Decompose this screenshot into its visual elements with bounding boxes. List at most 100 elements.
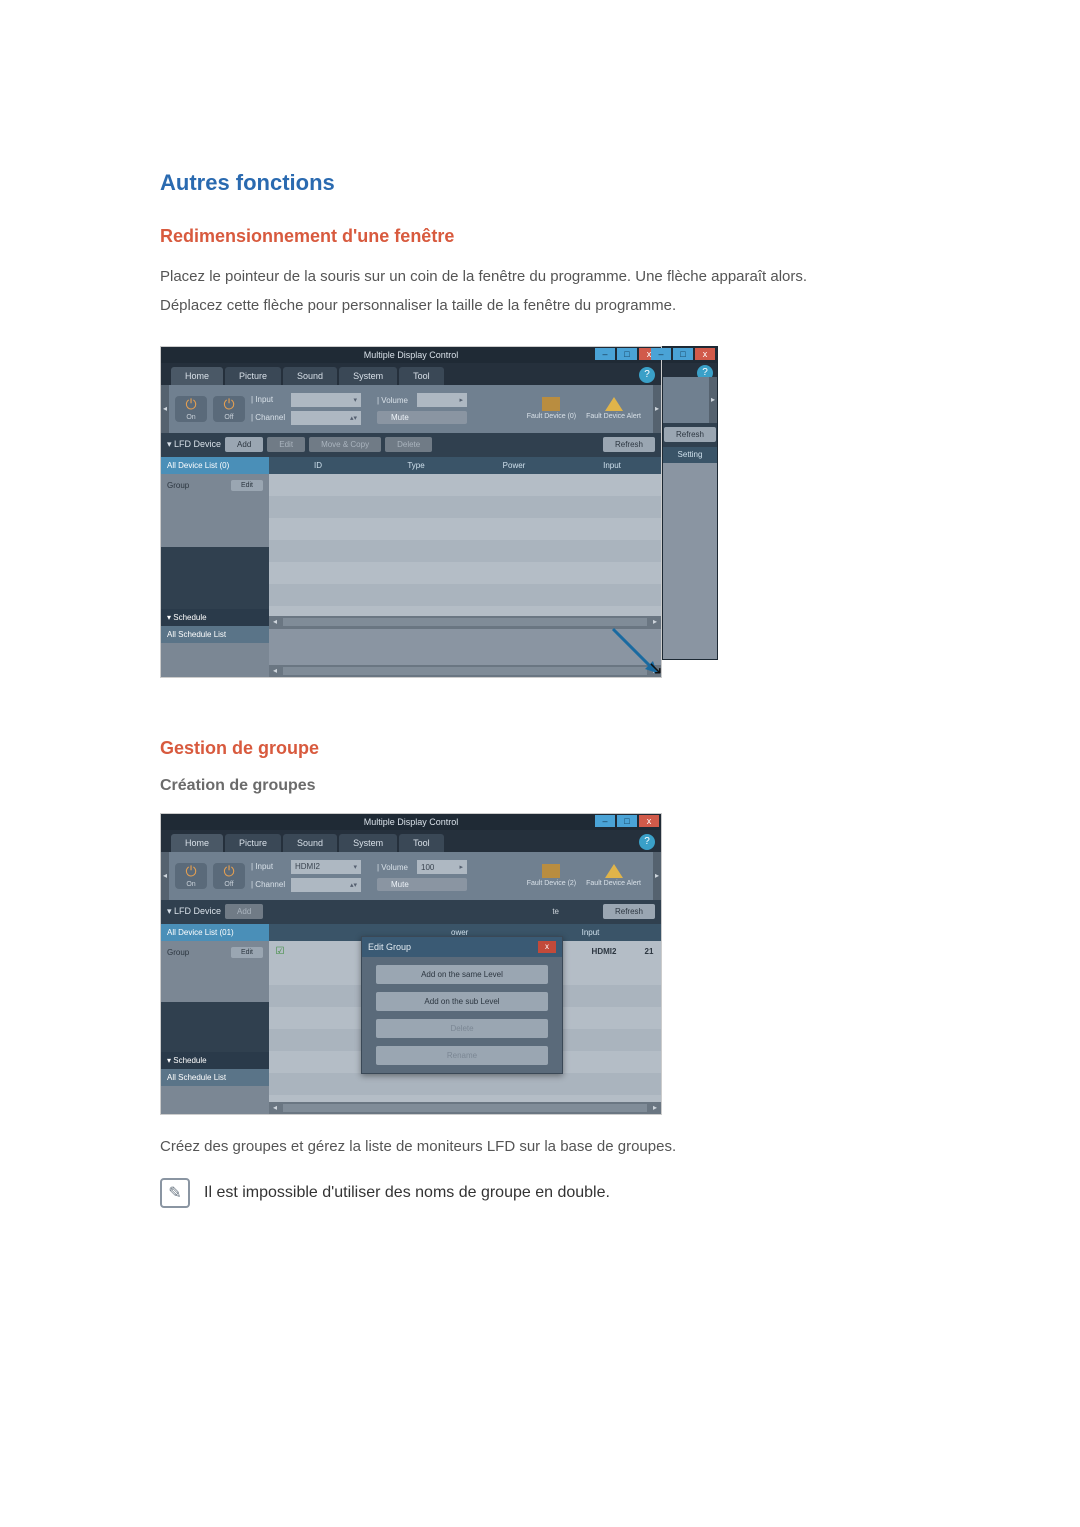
col-id[interactable]: ID xyxy=(269,457,367,474)
mute-button[interactable]: Mute xyxy=(377,878,467,891)
channel-stepper[interactable]: ▴▾ xyxy=(291,411,361,425)
edit-group-popup: Edit Group x Add on the same Level Add o… xyxy=(361,936,563,1074)
popup-title: Edit Group xyxy=(368,942,411,952)
control-ribbon: ⏻On ⏻Off | Input HDMI2▾ | Channel ▴▾ | Vol… xyxy=(169,852,653,900)
fault-device-count[interactable]: Fault Device (0) xyxy=(527,397,576,420)
h-scrollbar[interactable]: ◂▸ xyxy=(269,616,661,628)
resize-paragraph-2: Déplacez cette flèche pour personnaliser… xyxy=(160,294,1080,317)
tab-picture[interactable]: Picture xyxy=(225,367,281,385)
delete-button[interactable]: Delete xyxy=(385,437,432,452)
input-label: | Input xyxy=(251,395,287,404)
scroll-right-icon[interactable]: ▸ xyxy=(653,852,661,900)
main-tabs: Home Picture Sound System Tool xyxy=(161,830,661,852)
lfd-device-toggle[interactable]: ▾ LFD Device xyxy=(167,439,221,450)
row-input-value: HDMI2 xyxy=(571,947,637,956)
tab-system[interactable]: System xyxy=(339,367,397,385)
add-button[interactable]: Add xyxy=(225,904,263,919)
power-off-button[interactable]: ⏻Off xyxy=(213,863,245,889)
resize-paragraph-1: Placez le pointeur de la souris sur un c… xyxy=(160,265,1080,288)
close-button[interactable]: x xyxy=(639,815,659,827)
all-schedule-list[interactable]: All Schedule List xyxy=(161,626,269,643)
chevron-down-icon: ▾ xyxy=(353,396,357,404)
power-off-button[interactable]: ⏻Off xyxy=(213,396,245,422)
input-dropdown[interactable]: HDMI2▾ xyxy=(291,860,361,874)
edit-button[interactable]: Edit xyxy=(267,437,305,452)
fault-device-count[interactable]: Fault Device (2) xyxy=(527,864,576,887)
maximize-button[interactable]: □ xyxy=(617,348,637,360)
all-device-list-header[interactable]: All Device List (01) xyxy=(161,924,269,941)
h-scrollbar[interactable]: ◂▸ xyxy=(269,1102,661,1114)
checkbox-icon[interactable]: ☑ xyxy=(269,946,291,957)
power-on-button[interactable]: ⏻On xyxy=(175,863,207,889)
h-scrollbar-2[interactable]: ◂▸ xyxy=(269,665,661,677)
refresh-button[interactable]: Refresh xyxy=(603,904,655,919)
volume-stepper[interactable]: ▸ xyxy=(417,393,467,407)
add-button[interactable]: Add xyxy=(225,437,263,452)
scroll-right-icon[interactable]: ▸ xyxy=(709,377,717,423)
title-bar: Multiple Display Control – □ x xyxy=(161,347,661,363)
minimize-button[interactable]: – xyxy=(651,348,671,360)
move-copy-button[interactable]: Move & Copy xyxy=(309,437,381,452)
toolbar: ▾ LFD Device Add te Refresh xyxy=(161,900,661,924)
mute-button[interactable]: Mute xyxy=(377,411,467,424)
schedule-toggle[interactable]: ▾ Schedule xyxy=(161,1052,269,1069)
tab-tool[interactable]: Tool xyxy=(399,367,444,385)
close-button[interactable]: x xyxy=(695,348,715,360)
toolbar: ▾ LFD Device Add Edit Move & Copy Delete… xyxy=(161,433,661,457)
tab-home[interactable]: Home xyxy=(171,834,223,852)
scroll-right-icon[interactable]: ▸ xyxy=(653,385,661,433)
tab-system[interactable]: System xyxy=(339,834,397,852)
main-tabs: Home Picture Sound System Tool xyxy=(161,363,661,385)
volume-stepper[interactable]: 100▸ xyxy=(417,860,467,874)
refresh-button[interactable]: Refresh xyxy=(603,437,655,452)
minimize-button[interactable]: – xyxy=(595,348,615,360)
channel-label: | Channel xyxy=(251,880,287,889)
refresh-button[interactable]: Refresh xyxy=(664,427,716,442)
schedule-toggle[interactable]: ▾ Schedule xyxy=(161,609,269,626)
fault-device-alert[interactable]: Fault Device Alert xyxy=(586,397,641,420)
channel-label: | Channel xyxy=(251,413,287,422)
add-same-level-option[interactable]: Add on the same Level xyxy=(376,965,548,984)
help-icon[interactable]: ? xyxy=(639,834,655,850)
tab-sound[interactable]: Sound xyxy=(283,367,337,385)
all-schedule-list[interactable]: All Schedule List xyxy=(161,1069,269,1086)
all-device-list-header[interactable]: All Device List (0) xyxy=(161,457,269,474)
group-label: Group xyxy=(167,948,189,957)
maximize-button[interactable]: □ xyxy=(617,815,637,827)
rename-option[interactable]: Rename xyxy=(376,1046,548,1065)
window-title: Multiple Display Control xyxy=(364,350,459,360)
col-setting[interactable]: Setting xyxy=(663,447,717,463)
delete-option[interactable]: Delete xyxy=(376,1019,548,1038)
maximize-button[interactable]: □ xyxy=(673,348,693,360)
scroll-left-icon[interactable]: ◂ xyxy=(161,852,169,900)
group-heading: Gestion de groupe xyxy=(160,738,1080,759)
minimize-button[interactable]: – xyxy=(595,815,615,827)
tab-tool[interactable]: Tool xyxy=(399,834,444,852)
tab-home[interactable]: Home xyxy=(171,367,223,385)
tab-picture[interactable]: Picture xyxy=(225,834,281,852)
title-bar: Multiple Display Control – □ x xyxy=(161,814,661,830)
group-edit-button[interactable]: Edit xyxy=(231,947,263,958)
row-number: 21 xyxy=(637,947,661,956)
note-icon: ✎ xyxy=(160,1178,190,1208)
col-power[interactable]: Power xyxy=(465,457,563,474)
col-input[interactable]: Input xyxy=(563,457,661,474)
screenshot-resize: Multiple Display Control – □ x ? Home Pi… xyxy=(160,346,662,678)
add-sub-level-option[interactable]: Add on the sub Level xyxy=(376,992,548,1011)
popup-close-button[interactable]: x xyxy=(538,941,556,953)
help-icon[interactable]: ? xyxy=(639,367,655,383)
power-on-button[interactable]: ⏻On xyxy=(175,396,207,422)
input-label: | Input xyxy=(251,862,287,871)
input-dropdown[interactable]: ▾ xyxy=(291,393,361,407)
chevron-down-icon: ▾ xyxy=(353,863,357,871)
lfd-device-toggle[interactable]: ▾ LFD Device xyxy=(167,906,221,917)
tab-sound[interactable]: Sound xyxy=(283,834,337,852)
volume-label: | Volume xyxy=(377,863,413,872)
scroll-left-icon[interactable]: ◂ xyxy=(161,385,169,433)
stepper-icon: ▴▾ xyxy=(350,414,357,422)
col-type[interactable]: Type xyxy=(367,457,465,474)
group-edit-button[interactable]: Edit xyxy=(231,480,263,491)
channel-stepper[interactable]: ▴▾ xyxy=(291,878,361,892)
screenshot-group: Multiple Display Control – □ x ? Home Pi… xyxy=(160,813,662,1115)
fault-device-alert[interactable]: Fault Device Alert xyxy=(586,864,641,887)
